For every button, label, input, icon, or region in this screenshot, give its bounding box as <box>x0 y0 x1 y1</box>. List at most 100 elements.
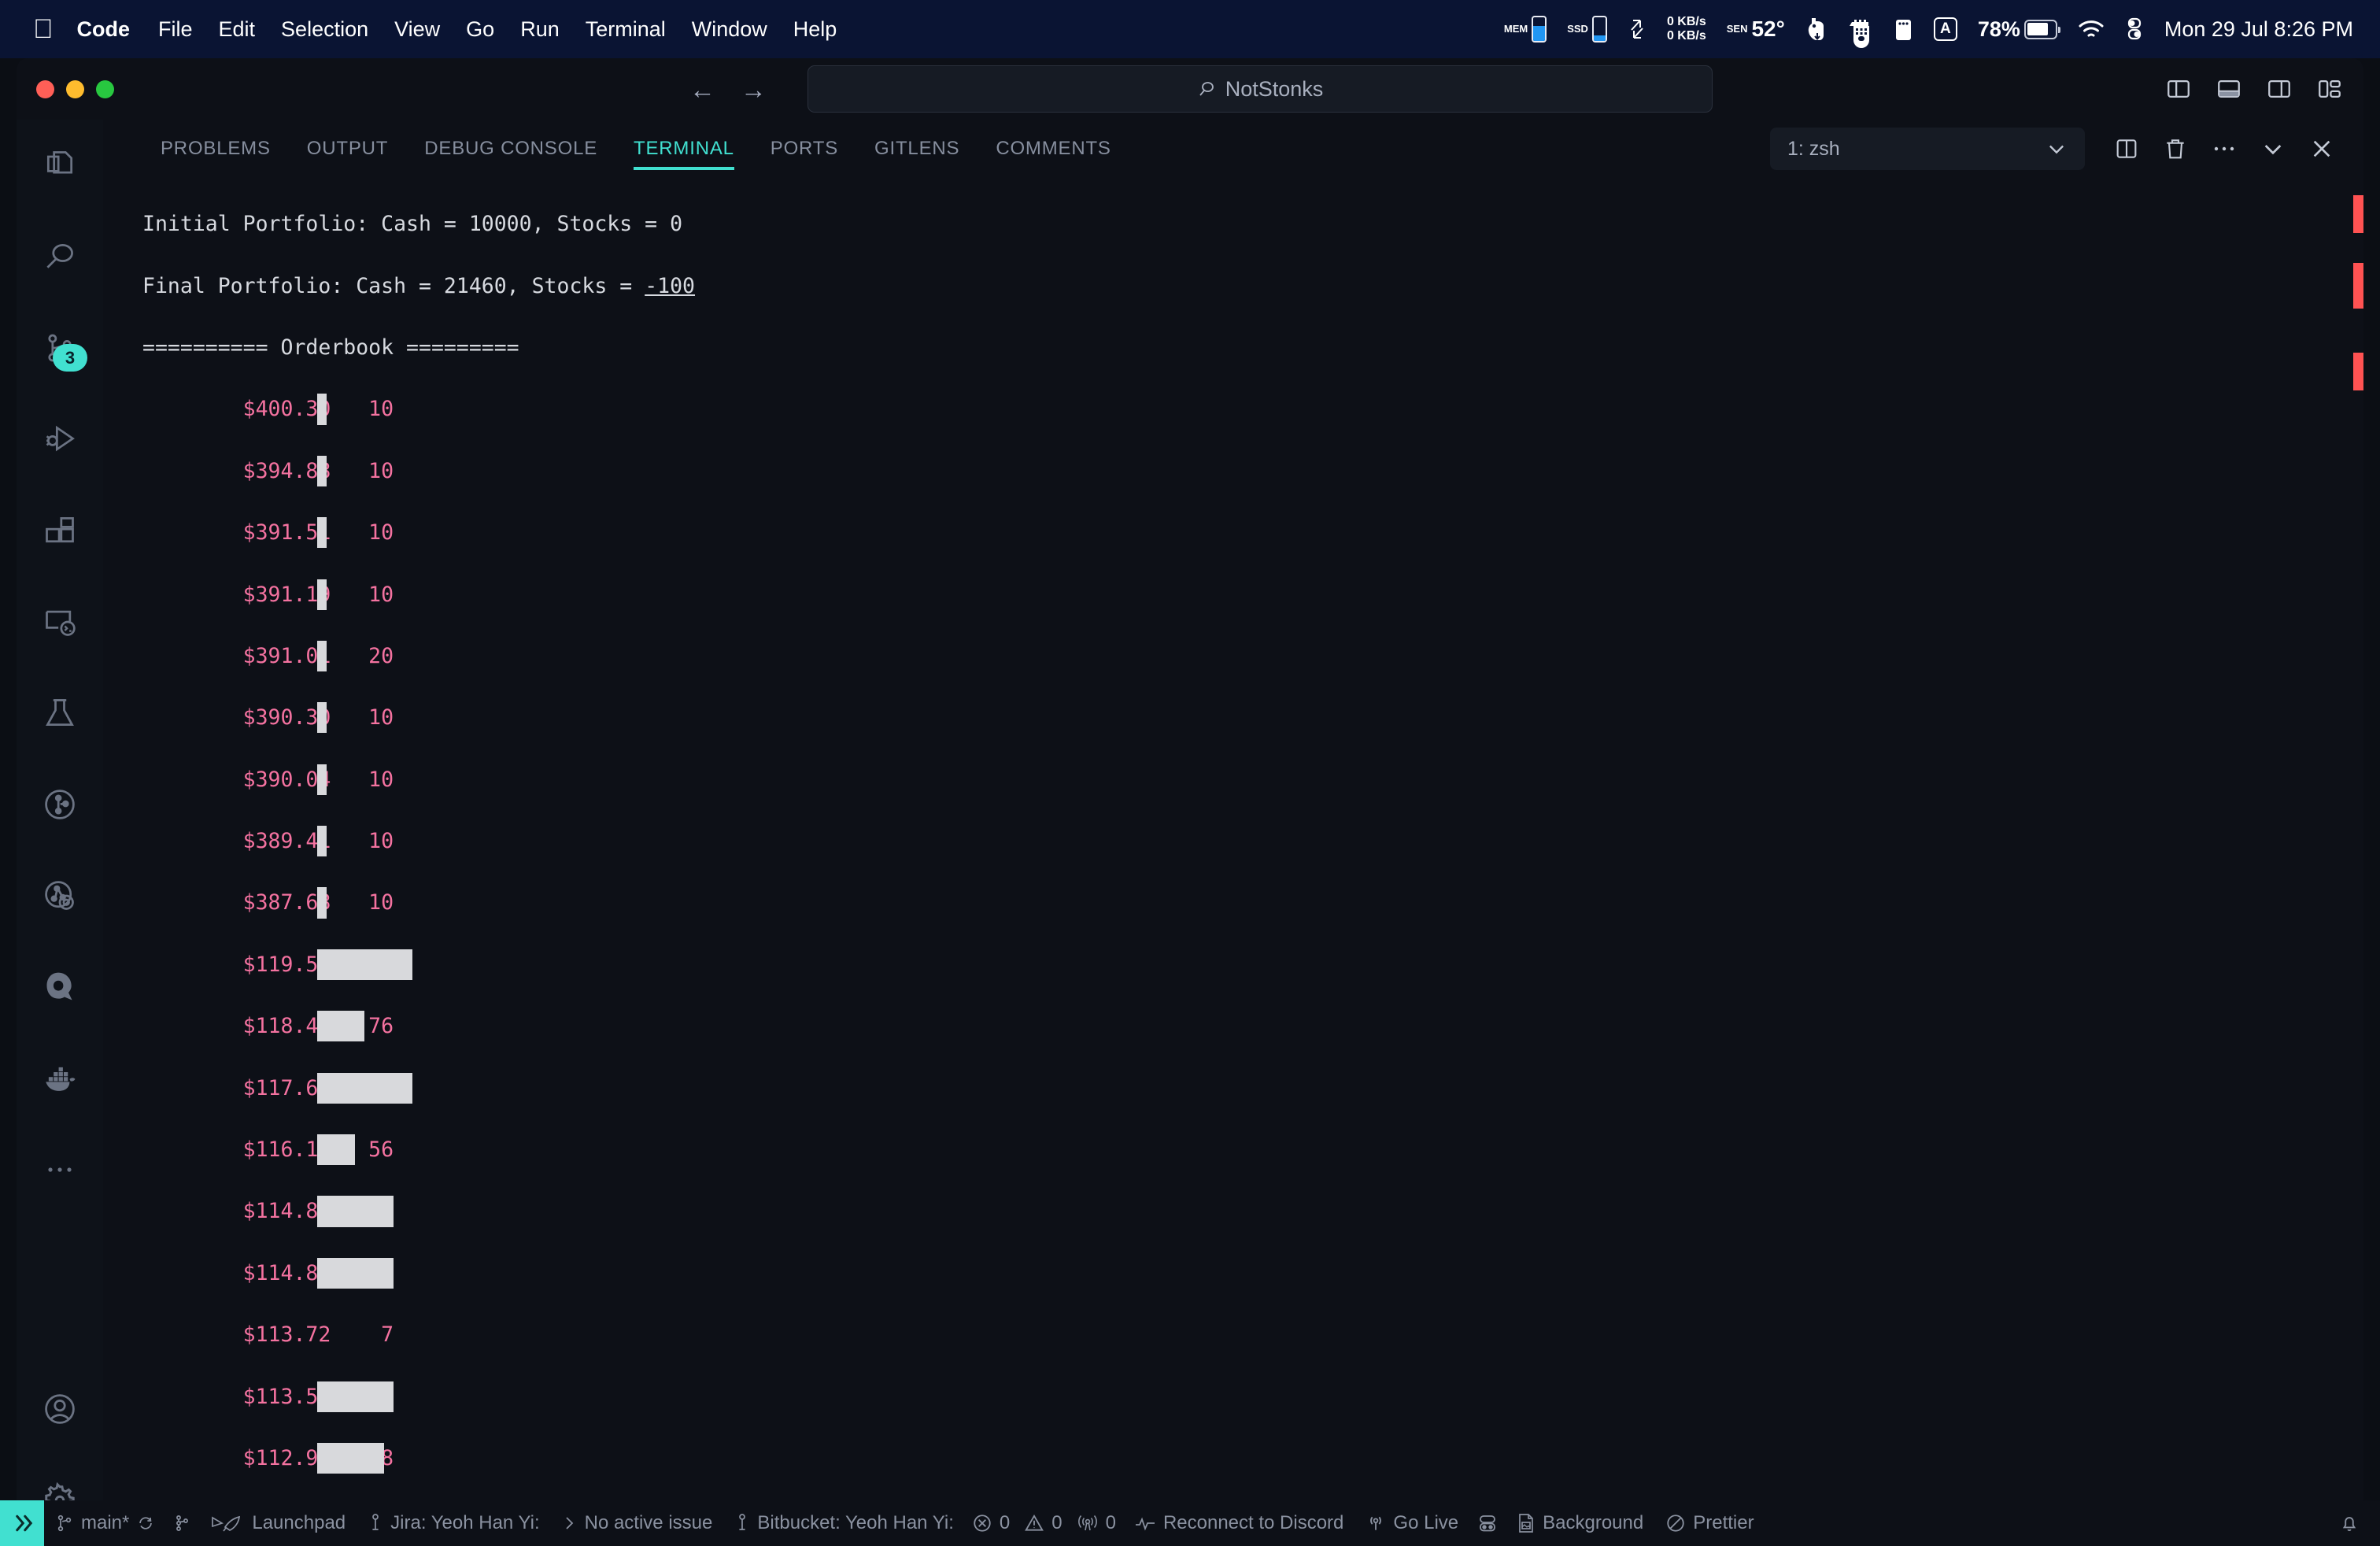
status-launchpad-label: Launchpad <box>252 1512 346 1533</box>
minimize-window-button[interactable] <box>66 80 84 98</box>
tab-problems[interactable]: PROBLEMS <box>142 120 289 178</box>
battery-indicator[interactable]: 78% <box>1978 17 2060 42</box>
sidebar-item-explorer[interactable] <box>17 120 103 211</box>
tab-debug-console[interactable]: DEBUG CONSOLE <box>406 120 615 178</box>
sidebar-item-search[interactable] <box>17 211 103 302</box>
remote-window-button[interactable] <box>0 1500 44 1546</box>
tab-ports[interactable]: PORTS <box>752 120 856 178</box>
tab-comments[interactable]: COMMENTS <box>978 120 1129 178</box>
fortress-icon[interactable] <box>1849 17 1873 48</box>
ask-row-text: $113.72 7 <box>142 1322 394 1348</box>
close-panel-button[interactable] <box>2297 124 2346 173</box>
status-branch[interactable]: main* <box>44 1500 166 1546</box>
llama-icon[interactable] <box>1805 17 1829 42</box>
control-center-icon[interactable] <box>2125 17 2144 41</box>
network-arrows-icon[interactable] <box>1628 17 1646 41</box>
status-radio-tower[interactable]: 0 <box>1070 1500 1123 1546</box>
menu-items: Code File Edit Selection View Go Run Terminal Wi… <box>77 17 863 42</box>
status-bitbucket[interactable]: Bitbucket: Yeoh Han Yi: <box>723 1500 965 1546</box>
sensor-temperature[interactable]: SEN 52° <box>1727 17 1785 42</box>
status-bar: main* Launchpad Jira: Yeoh Han Yi: No ac… <box>0 1500 2380 1546</box>
wifi-icon[interactable] <box>2078 19 2105 39</box>
tab-gitlens[interactable]: GITLENS <box>856 120 978 178</box>
maximize-window-button[interactable] <box>96 80 114 98</box>
status-go-live-label: Go Live <box>1393 1512 1459 1533</box>
terminal-panel[interactable]: Initial Portfolio: Cash = 10000, Stocks … <box>103 178 2363 1546</box>
ask-row: $394.88 10 <box>142 455 2363 486</box>
tab-terminal[interactable]: TERMINAL <box>615 120 752 178</box>
menu-item-go[interactable]: Go <box>466 17 494 42</box>
menu-item-run[interactable]: Run <box>520 17 560 42</box>
memory-label: MEM <box>1503 23 1528 35</box>
status-active-issue[interactable]: No active issue <box>551 1500 724 1546</box>
customize-layout-icon[interactable] <box>2316 76 2343 102</box>
status-notifications[interactable] <box>2328 1500 2380 1546</box>
sidebar-item-extensions[interactable] <box>17 485 103 576</box>
toggle-panel-icon[interactable] <box>2216 76 2242 102</box>
status-background[interactable]: Background <box>1506 1500 1654 1546</box>
toggle-secondary-sidebar-icon[interactable] <box>2266 76 2293 102</box>
status-launchpad[interactable]: Launchpad <box>199 1500 357 1546</box>
depth-bar <box>317 887 327 919</box>
quick-open-bar[interactable]: NotStonks <box>808 65 1713 113</box>
memory-gauge-icon <box>1532 16 1547 43</box>
panel-tabs: PROBLEMS OUTPUT DEBUG CONSOLE TERMINAL PORTS… <box>103 120 1129 178</box>
menu-bar-clock[interactable]: Mon 29 Jul 8:26 PM <box>2164 17 2353 42</box>
sidebar-item-accounts[interactable] <box>17 1363 103 1455</box>
memory-monitor[interactable]: MEM <box>1504 16 1547 43</box>
sidebar-item-docker[interactable] <box>17 1033 103 1124</box>
sidebar-item-more-views[interactable] <box>17 1124 103 1215</box>
status-discord[interactable]: Reconnect to Discord <box>1123 1500 1354 1546</box>
status-gitlens-graph[interactable] <box>166 1500 199 1546</box>
final-stocks-value: -100 <box>645 273 696 298</box>
menu-item-help[interactable]: Help <box>793 17 837 42</box>
hide-panel-button[interactable] <box>2249 124 2297 173</box>
ask-row-text: $390.30 10 <box>142 705 394 730</box>
pulse-icon <box>1135 1517 1155 1531</box>
menu-item-window[interactable]: Window <box>692 17 767 42</box>
sidebar-item-source-control[interactable]: 3 <box>17 302 103 394</box>
menu-item-selection[interactable]: Selection <box>281 17 368 42</box>
status-prettier[interactable]: Prettier <box>1654 1500 1765 1546</box>
menu-item-code[interactable]: Code <box>77 17 131 42</box>
close-window-button[interactable] <box>36 80 54 98</box>
ask-row: $387.68 10 <box>142 887 2363 919</box>
ssd-monitor[interactable]: SSD <box>1567 16 1607 43</box>
tab-output[interactable]: OUTPUT <box>289 120 406 178</box>
robot-icon <box>1480 1515 1496 1532</box>
terminal-line-orderbook-header: ========== Orderbook ========= <box>142 332 2363 363</box>
arrow-left-icon[interactable]: ← <box>689 76 715 102</box>
terminal-select-dropdown[interactable]: 1: zsh <box>1770 128 2085 170</box>
status-robot[interactable] <box>1469 1500 1506 1546</box>
split-terminal-button[interactable] <box>2102 124 2151 173</box>
notes-icon[interactable] <box>1894 17 1913 42</box>
sidebar-item-gitlens[interactable] <box>17 759 103 850</box>
sidebar-item-run-and-debug[interactable] <box>17 394 103 485</box>
apple-logo-icon[interactable]:  <box>33 16 54 43</box>
ask-row: $119.58 138 <box>142 949 2363 981</box>
status-go-live[interactable]: Go Live <box>1354 1500 1469 1546</box>
kill-terminal-button[interactable] <box>2151 124 2200 173</box>
keyboard-layout-icon[interactable]: A <box>1933 17 1957 41</box>
arrow-right-icon[interactable]: → <box>741 76 767 102</box>
status-warnings[interactable]: 0 <box>1017 1500 1069 1546</box>
menu-item-view[interactable]: View <box>394 17 440 42</box>
status-errors[interactable]: 0 <box>965 1500 1017 1546</box>
sidebar-item-gitlens-inspect[interactable] <box>17 850 103 941</box>
radio-tower-icon <box>1077 1515 1097 1531</box>
more-actions-button[interactable] <box>2200 124 2249 173</box>
menu-item-edit[interactable]: Edit <box>219 17 256 42</box>
status-jira[interactable]: Jira: Yeoh Han Yi: <box>357 1500 550 1546</box>
network-speed[interactable]: 0 KB/s 0 KB/s <box>1667 15 1706 43</box>
ask-row: $118.47 76 <box>142 1011 2363 1042</box>
sidebar-item-testing[interactable] <box>17 668 103 759</box>
menu-item-file[interactable]: File <box>158 17 193 42</box>
sidebar-item-remote-explorer[interactable] <box>17 576 103 668</box>
sidebar-item-amazon-q[interactable] <box>17 941 103 1033</box>
source-control-branch-icon <box>57 1515 72 1532</box>
toggle-primary-sidebar-icon[interactable] <box>2165 76 2192 102</box>
window-traffic-lights <box>36 80 114 98</box>
depth-bar <box>317 826 327 857</box>
depth-bar <box>317 1196 394 1227</box>
menu-item-terminal[interactable]: Terminal <box>586 17 666 42</box>
